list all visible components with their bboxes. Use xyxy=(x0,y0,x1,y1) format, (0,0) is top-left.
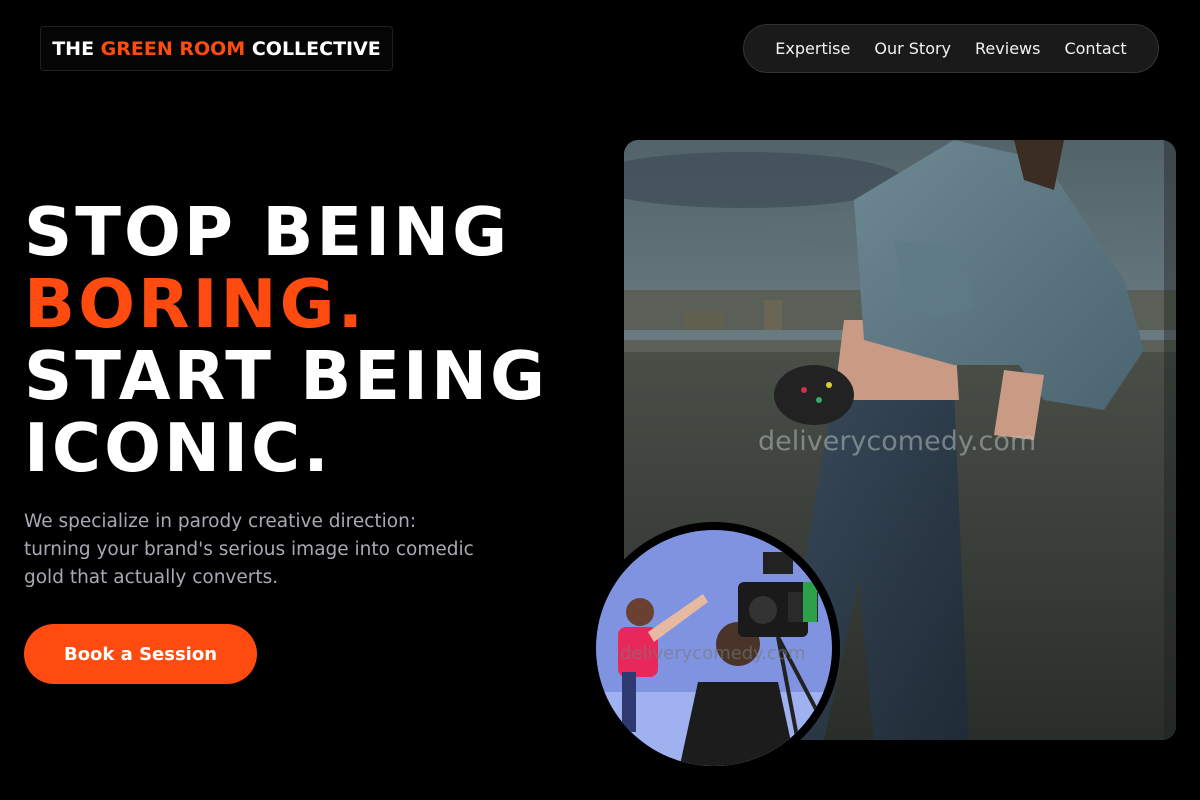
brand-name-accent: GREEN ROOM xyxy=(100,37,246,60)
inset-photo xyxy=(588,522,840,774)
headline-line-4: ICONIC. xyxy=(24,409,332,487)
brand-name-part2: COLLECTIVE xyxy=(251,37,381,60)
hero-headline: STOP BEING BORING. START BEING ICONIC. xyxy=(24,196,548,484)
nav-item-reviews[interactable]: Reviews xyxy=(975,39,1040,58)
headline-line-3: START BEING xyxy=(24,337,549,415)
nav-item-contact[interactable]: Contact xyxy=(1064,39,1126,58)
book-session-button[interactable]: Book a Session xyxy=(24,624,257,684)
brand-logo[interactable]: THE GREEN ROOM COLLECTIVE xyxy=(40,26,393,71)
headline-line-1: STOP BEING xyxy=(24,193,511,271)
nav-item-expertise[interactable]: Expertise xyxy=(775,39,850,58)
nav-item-our-story[interactable]: Our Story xyxy=(874,39,951,58)
headline-line-2: BORING. xyxy=(24,265,367,343)
hero-subtext: We specialize in parody creative directi… xyxy=(24,511,474,588)
brand-name-part1: THE xyxy=(52,37,95,60)
main-nav: Expertise Our Story Reviews Contact xyxy=(743,24,1159,73)
page: THE GREEN ROOM COLLECTIVE Expertise Our … xyxy=(0,0,1200,800)
